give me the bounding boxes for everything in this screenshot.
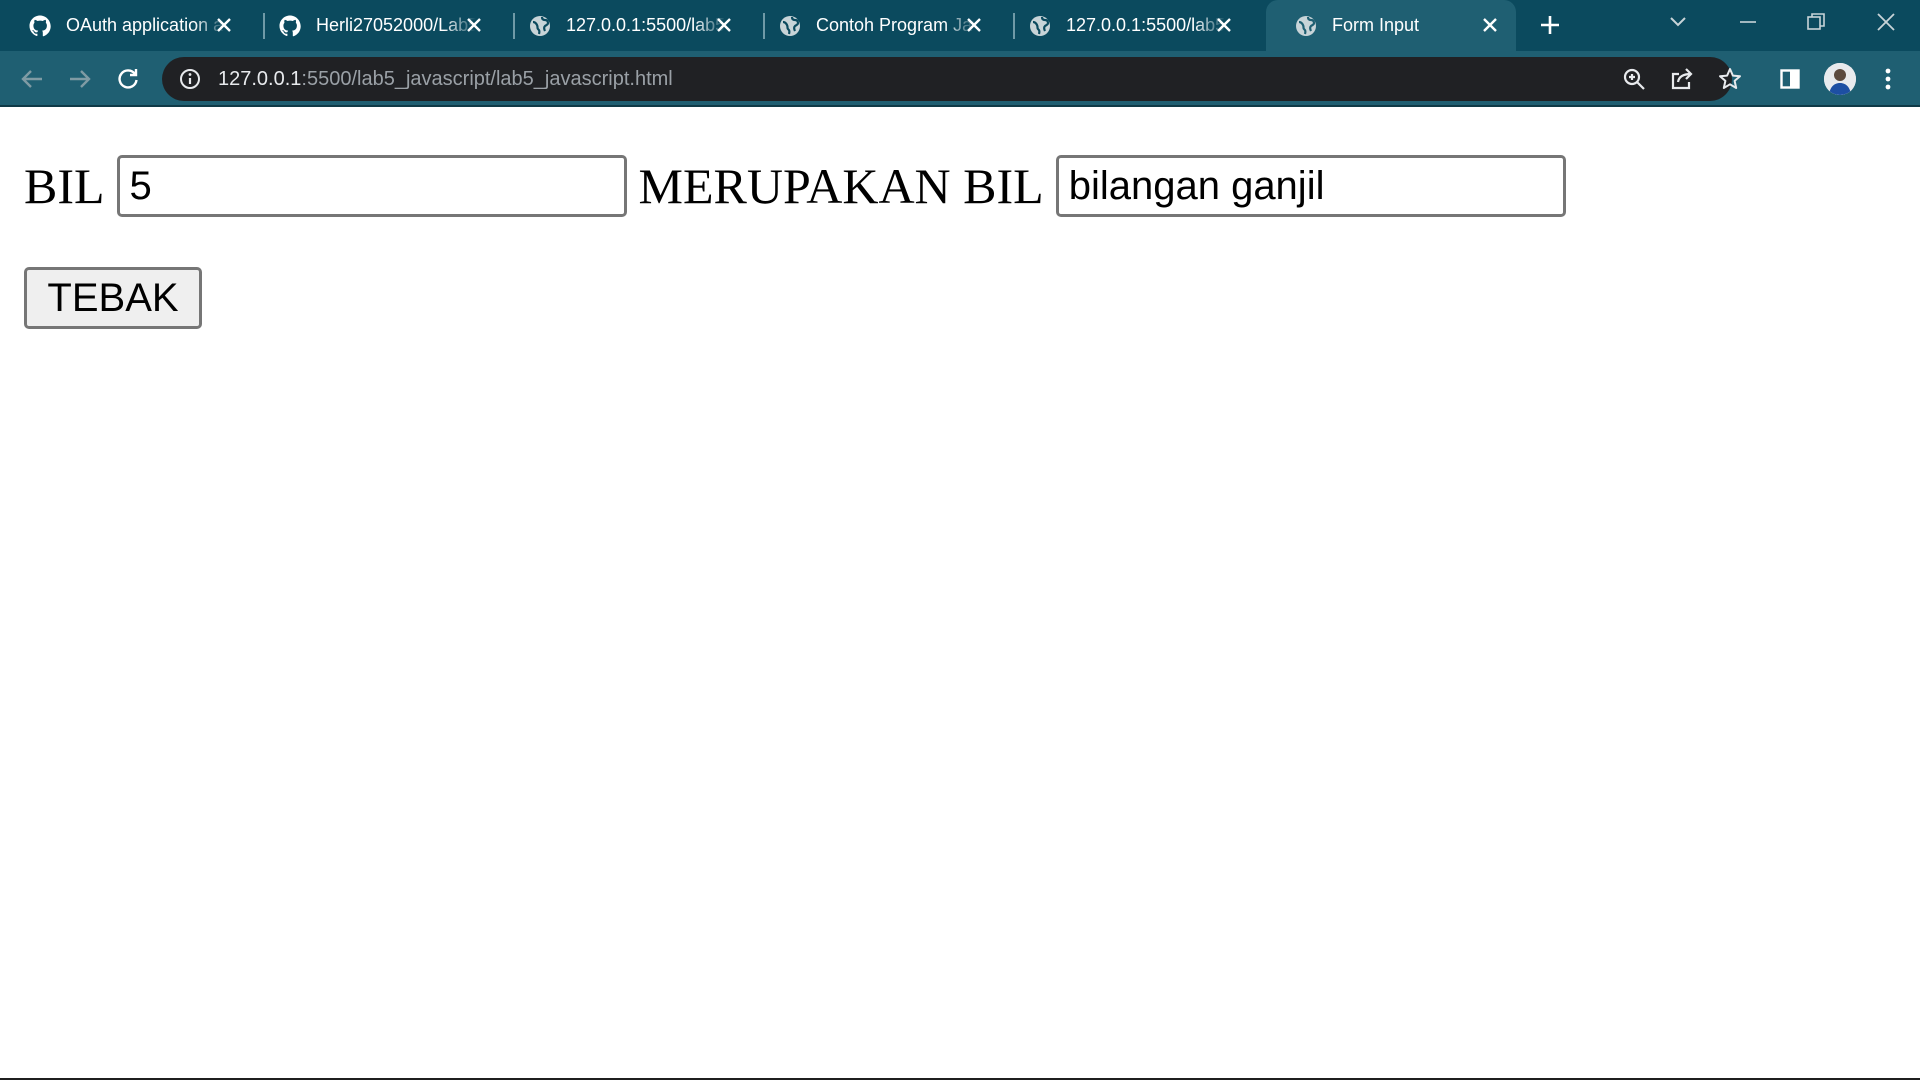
plus-icon <box>1541 16 1559 34</box>
tab-title: Contoh Program JavaScript <box>816 15 976 35</box>
close-icon[interactable] <box>1478 13 1502 37</box>
address-bar[interactable]: 127.0.0.1:5500/lab5_javascript/lab5_java… <box>162 57 1741 101</box>
github-icon <box>28 14 52 38</box>
back-button[interactable] <box>14 61 50 97</box>
new-tab-button[interactable] <box>1534 9 1566 41</box>
reload-icon <box>118 69 138 89</box>
tab-oauth[interactable]: OAuth application authorized <box>0 0 250 51</box>
url-path: :5500/lab5_javascript/lab5_javascript.ht… <box>301 67 673 90</box>
label-bil: BIL <box>24 158 105 214</box>
close-icon[interactable] <box>212 13 236 37</box>
close-icon <box>1877 13 1895 31</box>
zoom-icon[interactable] <box>1622 67 1646 91</box>
chevron-down-icon <box>1670 17 1686 27</box>
forward-button[interactable] <box>62 61 98 97</box>
url-text[interactable]: 127.0.0.1:5500/lab5_javascript/lab5_java… <box>218 68 673 91</box>
menu-button[interactable] <box>1870 61 1906 97</box>
globe-icon <box>1028 14 1052 38</box>
label-merupakan-bil: MERUPAKAN BIL <box>638 158 1044 214</box>
profile-avatar-icon <box>1824 63 1856 95</box>
arrow-left-icon <box>21 70 42 88</box>
close-icon[interactable] <box>712 13 736 37</box>
more-vertical-icon <box>1885 68 1891 90</box>
window-close-button[interactable] <box>1856 0 1916 44</box>
star-icon[interactable] <box>1718 67 1742 91</box>
form-row: BIL MERUPAKAN BIL <box>24 155 1566 217</box>
restore-button[interactable] <box>1786 0 1846 44</box>
github-icon <box>278 14 302 38</box>
tab-github-repo[interactable]: Herli27052000/Lab5_javascript <box>250 0 500 51</box>
side-panel-button[interactable] <box>1772 61 1808 97</box>
arrow-right-icon <box>70 70 91 88</box>
close-icon[interactable] <box>462 13 486 37</box>
tab-localhost-1[interactable]: 127.0.0.1:5500/lab5_javascript <box>500 0 750 51</box>
close-icon[interactable] <box>962 13 986 37</box>
share-icon[interactable] <box>1670 67 1694 91</box>
tab-title: OAuth application authorized <box>66 15 226 35</box>
tab-strip: OAuth application authorized Herli270520… <box>0 0 1920 51</box>
close-icon[interactable] <box>1212 13 1236 37</box>
tab-form-input[interactable]: Form Input <box>1266 0 1516 51</box>
tab-title: 127.0.0.1:5500/lab5_javascript <box>566 15 726 35</box>
tab-contoh-program[interactable]: Contoh Program JavaScript <box>750 0 1000 51</box>
globe-icon <box>778 14 802 38</box>
tebak-button[interactable]: TEBAK <box>24 267 202 329</box>
info-icon[interactable] <box>178 67 202 91</box>
result-input[interactable] <box>1055 155 1566 217</box>
tab-localhost-2[interactable]: 127.0.0.1:5500/lab5_javascript <box>1000 0 1250 51</box>
avatar[interactable] <box>1824 63 1856 95</box>
minimize-button[interactable] <box>1718 0 1778 44</box>
restore-icon <box>1807 13 1825 30</box>
number-input[interactable] <box>116 155 627 217</box>
tab-search-button[interactable] <box>1648 0 1708 44</box>
tab-title: 127.0.0.1:5500/lab5_javascript <box>1066 15 1226 35</box>
side-panel-icon <box>1780 69 1800 89</box>
minimize-icon <box>1740 21 1756 23</box>
url-host: 127.0.0.1 <box>218 67 302 90</box>
browser-toolbar: 127.0.0.1:5500/lab5_javascript/lab5_java… <box>0 51 1920 106</box>
tab-title: Form Input <box>1332 15 1420 35</box>
reload-button[interactable] <box>110 61 146 97</box>
page-content: BIL MERUPAKAN BIL TEBAK <box>0 107 1920 1078</box>
globe-icon <box>1294 14 1318 38</box>
tab-title: Herli27052000/Lab5_javascript <box>316 15 476 35</box>
globe-icon <box>528 14 552 38</box>
